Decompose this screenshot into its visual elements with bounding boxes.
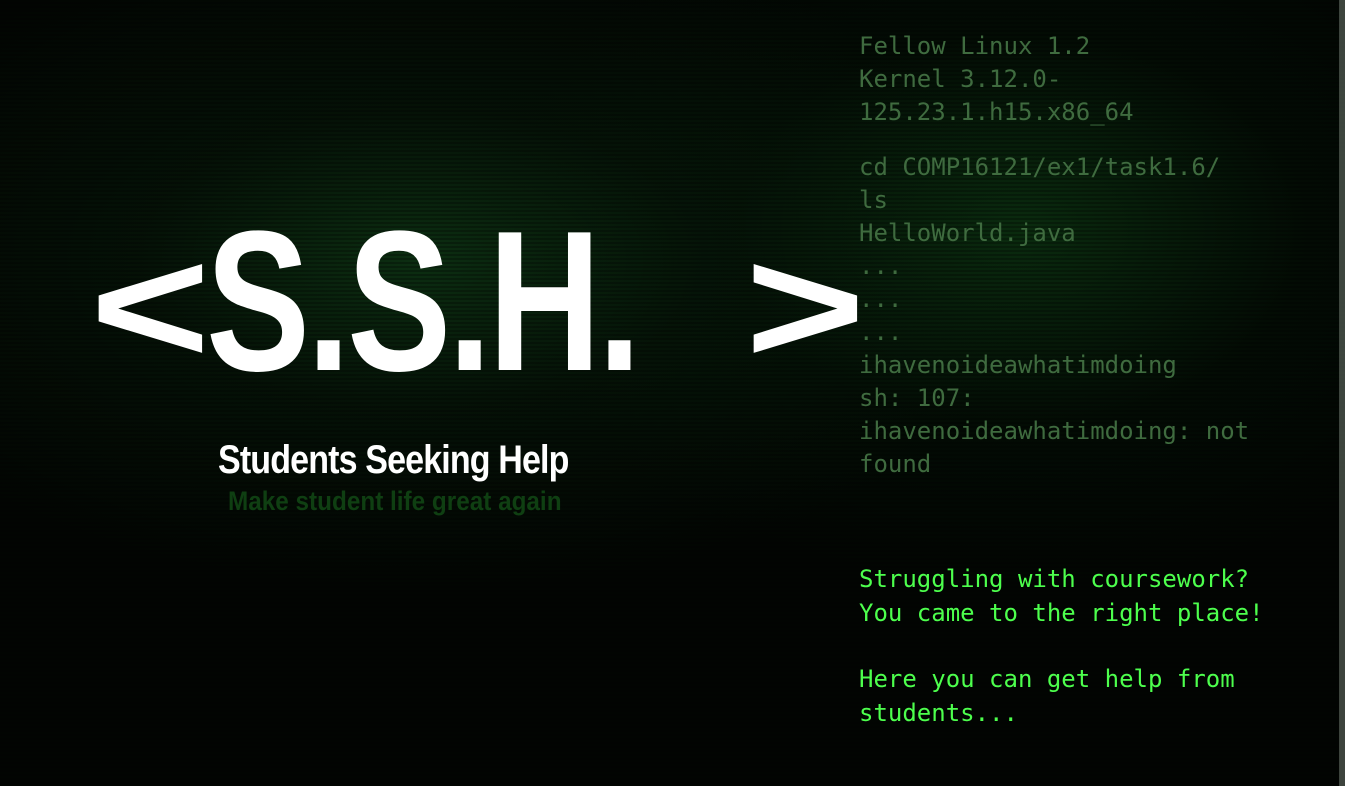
terminal-output: Fellow Linux 1.2 Kernel 3.12.0- 125.23.1…	[859, 30, 1329, 481]
promo-spacer	[859, 630, 1329, 662]
terminal-line: Kernel 3.12.0-	[859, 65, 1062, 93]
ssh-logo: < S.S.H. >	[90, 202, 865, 402]
logo-text: S.S.H.	[206, 190, 641, 413]
terminal-line: ...	[859, 252, 903, 280]
terminal-line: ...	[859, 285, 903, 313]
terminal-line: ...	[859, 318, 903, 346]
promo-line: Here you can get help from	[859, 665, 1235, 693]
terminal-line: ihavenoideawhatimdoing	[859, 351, 1177, 379]
site-subtitle: Students Seeking Help	[218, 438, 569, 482]
terminal-line: ihavenoideawhatimdoing: not	[859, 417, 1250, 445]
terminal-line: Fellow Linux 1.2	[859, 32, 1091, 60]
promo-message: Struggling with coursework? You came to …	[859, 562, 1329, 730]
terminal-line: 125.23.1.h15.x86_64	[859, 98, 1134, 126]
page-edge-divider	[1339, 0, 1345, 786]
terminal-line: found	[859, 450, 932, 478]
promo-line: You came to the right place!	[859, 599, 1264, 627]
logo-right-bracket: >	[745, 214, 866, 398]
hero-banner: < S.S.H. > Students Seeking Help Make st…	[0, 0, 1345, 786]
promo-line: Struggling with coursework?	[859, 565, 1250, 593]
terminal-line: HelloWorld.java	[859, 219, 1076, 247]
logo-left-bracket: <	[90, 214, 211, 398]
terminal-line: ls	[859, 186, 888, 214]
site-tagline: Make student life great again	[228, 486, 562, 516]
promo-line: students...	[859, 699, 1018, 727]
terminal-line: sh: 107:	[859, 384, 975, 412]
terminal-line: cd COMP16121/ex1/task1.6/	[859, 153, 1221, 181]
